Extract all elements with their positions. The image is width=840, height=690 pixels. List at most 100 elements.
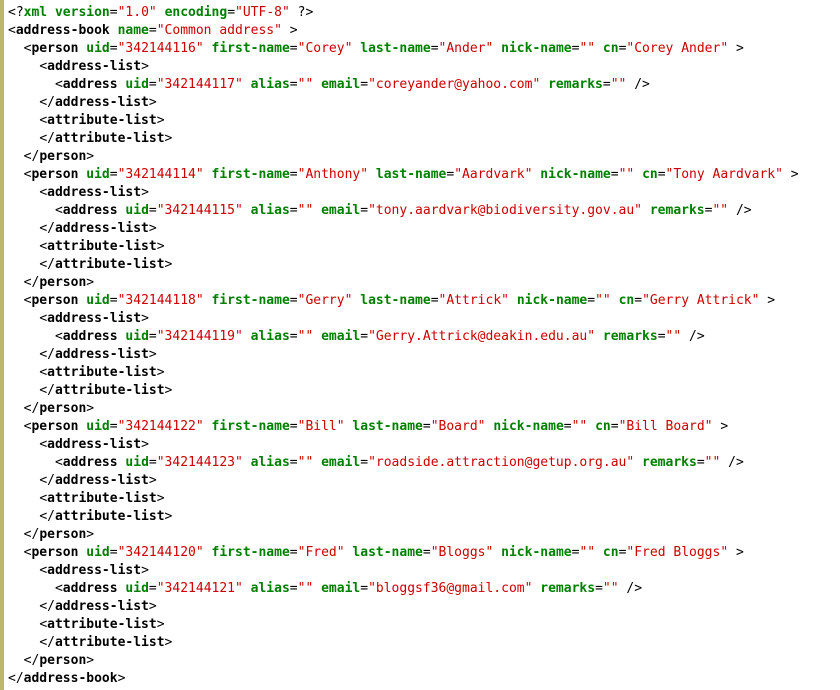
attr-last-name-value: "Board"	[431, 419, 486, 434]
attr-cn-value: "Fred Bloggs"	[626, 545, 728, 560]
attr-nick-name-name: nick-name	[517, 293, 587, 308]
attr-uid-value: "342144120"	[118, 545, 204, 560]
element-attribute-list-close: attribute-list	[55, 257, 165, 272]
attr-nick-name-value: ""	[579, 41, 595, 56]
element-address: address	[63, 455, 118, 470]
element-attribute-list-close: attribute-list	[55, 635, 165, 650]
attr-first-name-name: first-name	[212, 167, 290, 182]
xml-decl-version-name: version	[55, 5, 110, 20]
attr-first-name-name: first-name	[212, 293, 290, 308]
element-attribute-list: attribute-list	[47, 491, 157, 506]
attr-nick-name-value: ""	[572, 419, 588, 434]
element-attribute-list: attribute-list	[47, 365, 157, 380]
attr-cn-value: "Gerry Attrick"	[642, 293, 759, 308]
attr-uid-value: "342144114"	[118, 167, 204, 182]
attr-last-name-value: "Bloggs"	[431, 545, 494, 560]
attr-uid-name: uid	[86, 41, 109, 56]
attr-nick-name-name: nick-name	[493, 419, 563, 434]
element-address: address	[63, 581, 118, 596]
element-address: address	[63, 77, 118, 92]
attr-nick-name-name: nick-name	[501, 41, 571, 56]
attr-remarks-name: remarks	[603, 329, 658, 344]
attr-cn-name: cn	[603, 41, 619, 56]
element-address-list-close: address-list	[55, 95, 149, 110]
element-attribute-list-close: attribute-list	[55, 383, 165, 398]
attr-alias-value: ""	[298, 455, 314, 470]
attr-uid-name: uid	[125, 329, 148, 344]
attr-first-name-name: first-name	[212, 419, 290, 434]
attr-alias-name: alias	[251, 203, 290, 218]
element-person-close: person	[39, 653, 86, 668]
attr-alias-name: alias	[251, 581, 290, 596]
attr-remarks-value: ""	[611, 77, 627, 92]
attr-nick-name-value: ""	[579, 545, 595, 560]
element-address-list-close: address-list	[55, 473, 149, 488]
element-address-list: address-list	[47, 59, 141, 74]
element-person: person	[31, 41, 78, 56]
attr-remarks-name: remarks	[548, 77, 603, 92]
attr-last-name-name: last-name	[352, 419, 422, 434]
attr-last-name-name: last-name	[352, 545, 422, 560]
xml-source-view: <?xml version="1.0" encoding="UTF-8" ?> …	[0, 0, 840, 690]
attr-remarks-name: remarks	[650, 203, 705, 218]
attr-nick-name-value: ""	[619, 167, 635, 182]
attr-uid-name: uid	[86, 293, 109, 308]
attr-nick-name-name: nick-name	[501, 545, 571, 560]
attr-name-value: "Common address"	[157, 23, 282, 38]
attr-name-name: name	[118, 23, 149, 38]
attr-uid-value: "342144118"	[118, 293, 204, 308]
attr-uid-value: "342144117"	[157, 77, 243, 92]
element-person-close: person	[39, 527, 86, 542]
attr-email-name: email	[321, 581, 360, 596]
attr-uid-value: "342144119"	[157, 329, 243, 344]
attr-last-name-name: last-name	[360, 41, 430, 56]
attr-email-value: "coreyander@yahoo.com"	[368, 77, 540, 92]
element-attribute-list-close: attribute-list	[55, 131, 165, 146]
attr-remarks-value: ""	[705, 455, 721, 470]
element-person: person	[31, 545, 78, 560]
attr-first-name-value: "Anthony"	[298, 167, 368, 182]
attr-uid-name: uid	[125, 77, 148, 92]
attr-alias-name: alias	[251, 77, 290, 92]
attr-uid-value: "342144123"	[157, 455, 243, 470]
attr-last-name-value: "Attrick"	[439, 293, 509, 308]
xml-decl-target: xml	[24, 5, 47, 20]
element-address-list: address-list	[47, 437, 141, 452]
attr-uid-value: "342144121"	[157, 581, 243, 596]
element-person-close: person	[39, 275, 86, 290]
attr-remarks-name: remarks	[642, 455, 697, 470]
attr-uid-name: uid	[86, 545, 109, 560]
element-person: person	[31, 167, 78, 182]
element-address-list: address-list	[47, 563, 141, 578]
element-person: person	[31, 293, 78, 308]
attr-cn-value: "Tony Aardvark"	[666, 167, 783, 182]
attr-first-name-name: first-name	[212, 545, 290, 560]
attr-cn-value: "Corey Ander"	[626, 41, 728, 56]
xml-decl-encoding-value: "UTF-8"	[235, 5, 290, 20]
attr-email-name: email	[321, 329, 360, 344]
attr-remarks-name: remarks	[540, 581, 595, 596]
attr-last-name-name: last-name	[376, 167, 446, 182]
attr-alias-value: ""	[298, 329, 314, 344]
attr-cn-name: cn	[595, 419, 611, 434]
attr-cn-name: cn	[603, 545, 619, 560]
attr-first-name-value: "Gerry"	[298, 293, 353, 308]
element-address-list: address-list	[47, 311, 141, 326]
attr-email-value: "bloggsf36@gmail.com"	[368, 581, 532, 596]
attr-cn-value: "Bill Board"	[619, 419, 713, 434]
attr-first-name-value: "Corey"	[298, 41, 353, 56]
attr-email-name: email	[321, 77, 360, 92]
xml-decl-version-value: "1.0"	[118, 5, 157, 20]
element-attribute-list: attribute-list	[47, 113, 157, 128]
element-address-book: address-book	[16, 23, 110, 38]
element-person-close: person	[39, 401, 86, 416]
element-attribute-list-close: attribute-list	[55, 509, 165, 524]
element-person: person	[31, 419, 78, 434]
attr-email-name: email	[321, 203, 360, 218]
attr-first-name-value: "Fred"	[298, 545, 345, 560]
element-attribute-list: attribute-list	[47, 617, 157, 632]
attr-cn-name: cn	[642, 167, 658, 182]
attr-remarks-value: ""	[712, 203, 728, 218]
attr-remarks-value: ""	[603, 581, 619, 596]
attr-uid-name: uid	[125, 203, 148, 218]
